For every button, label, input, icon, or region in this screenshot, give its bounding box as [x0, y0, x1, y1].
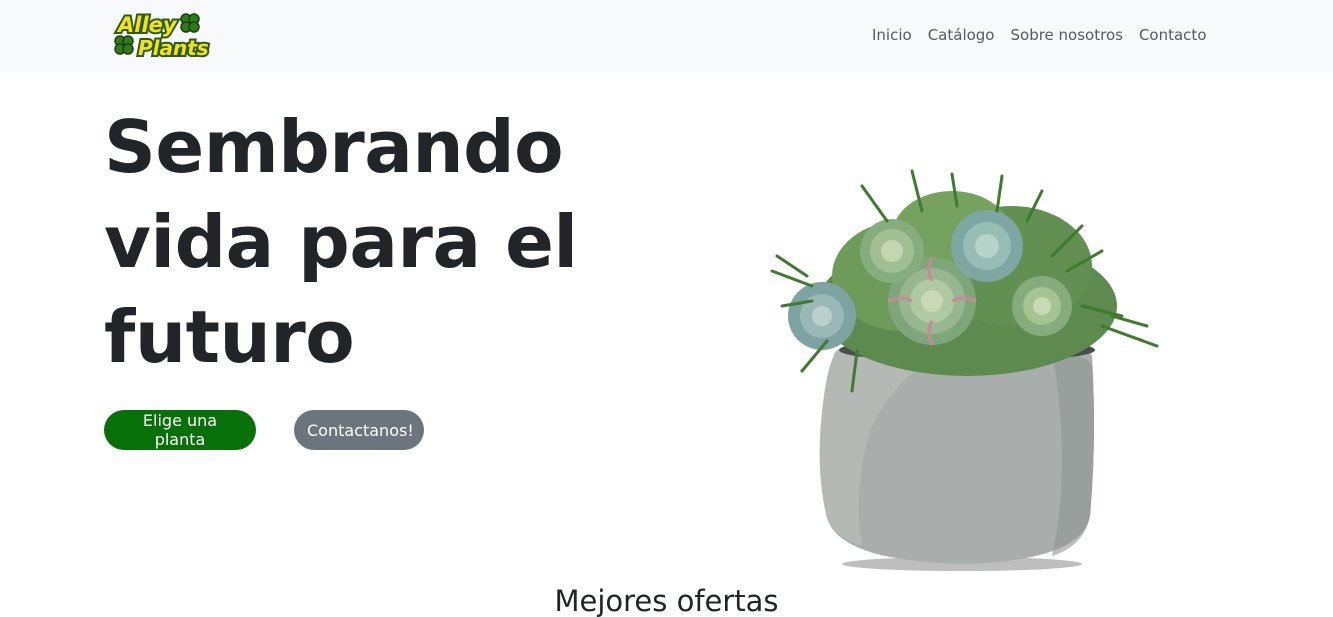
nav-link-inicio[interactable]: Inicio: [872, 26, 912, 46]
nav-link-catalogo[interactable]: Catálogo: [928, 26, 995, 46]
hero-title-line: Sembrando: [104, 105, 564, 189]
nav-links: Inicio Catálogo Sobre nosotros Contacto: [872, 26, 1207, 46]
hero-title-line: vida para el: [104, 200, 578, 284]
nav-link-contacto[interactable]: Contacto: [1139, 26, 1207, 46]
navbar: Alley Plants Inicio Catálogo Sobre nosot…: [0, 0, 1333, 72]
contact-button[interactable]: Contactanos!: [294, 410, 424, 450]
hero-title-line: futuro: [104, 295, 355, 379]
succulent-leaves: [770, 169, 1159, 393]
brand-logo[interactable]: Alley Plants: [110, 8, 216, 62]
best-offers-title: Mejores ofertas: [554, 584, 779, 617]
choose-plant-button[interactable]: Elige una planta: [104, 410, 256, 450]
clover-icon: [180, 13, 200, 33]
nav-link-sobre-nosotros[interactable]: Sobre nosotros: [1011, 26, 1123, 46]
logo-graphic: Alley Plants: [114, 11, 211, 62]
hero-title: Sembrando vida para el futuro: [104, 100, 624, 385]
svg-text:Alley: Alley: [116, 13, 178, 37]
svg-text:Plants: Plants: [138, 36, 209, 60]
succulent-pot-image: [752, 166, 1172, 576]
clover-icon: [114, 35, 134, 55]
